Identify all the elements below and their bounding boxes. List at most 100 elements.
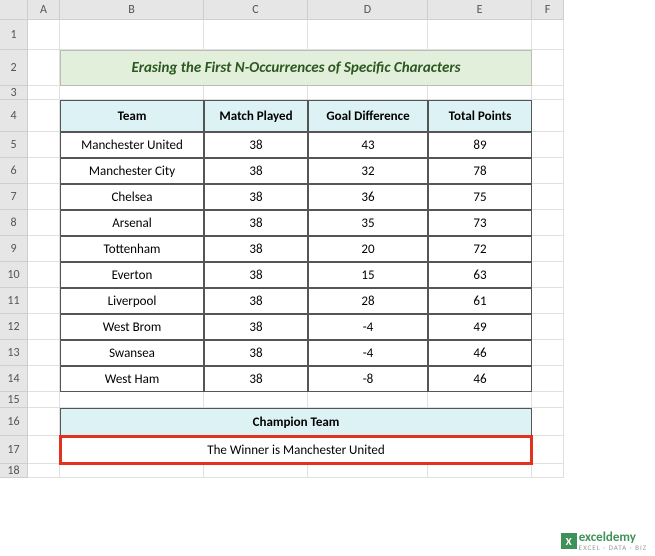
row-header-17[interactable]: 17	[0, 436, 28, 464]
cell[interactable]	[428, 464, 532, 478]
table-row-team[interactable]: Tottenham	[60, 236, 204, 262]
cell[interactable]	[532, 392, 564, 408]
cell[interactable]	[28, 464, 60, 478]
cell[interactable]	[532, 50, 564, 86]
cell[interactable]	[28, 184, 60, 210]
cell[interactable]	[532, 464, 564, 478]
row-header-16[interactable]: 16	[0, 408, 28, 436]
select-all[interactable]	[0, 0, 28, 20]
table-row-points[interactable]: 46	[428, 340, 532, 366]
row-header-1[interactable]: 1	[0, 20, 28, 50]
row-header-13[interactable]: 13	[0, 340, 28, 366]
table-row-points[interactable]: 72	[428, 236, 532, 262]
table-row-goal[interactable]: 20	[308, 236, 428, 262]
cell[interactable]	[28, 408, 60, 436]
table-row-match[interactable]: 38	[204, 132, 308, 158]
table-row-match[interactable]: 38	[204, 340, 308, 366]
cell[interactable]	[28, 20, 60, 50]
cell[interactable]	[308, 392, 428, 408]
table-row-points[interactable]: 46	[428, 366, 532, 392]
cell[interactable]	[28, 86, 60, 100]
cell[interactable]	[28, 236, 60, 262]
cell[interactable]	[532, 366, 564, 392]
cell[interactable]	[308, 86, 428, 100]
row-header-4[interactable]: 4	[0, 100, 28, 132]
cell[interactable]	[28, 262, 60, 288]
cell[interactable]	[28, 50, 60, 86]
table-row-match[interactable]: 38	[204, 366, 308, 392]
table-row-goal[interactable]: 35	[308, 210, 428, 236]
table-row-team[interactable]: Manchester City	[60, 158, 204, 184]
cell[interactable]	[28, 132, 60, 158]
cell[interactable]	[532, 132, 564, 158]
cell[interactable]	[308, 20, 428, 50]
cell[interactable]	[428, 20, 532, 50]
table-row-goal[interactable]: 15	[308, 262, 428, 288]
column-header-a[interactable]: A	[28, 0, 60, 20]
column-header-e[interactable]: E	[428, 0, 532, 20]
cell[interactable]	[60, 464, 204, 478]
cell[interactable]	[532, 100, 564, 132]
table-row-points[interactable]: 61	[428, 288, 532, 314]
cell[interactable]	[532, 210, 564, 236]
cell[interactable]	[532, 436, 564, 464]
cell[interactable]	[532, 340, 564, 366]
table-row-points[interactable]: 63	[428, 262, 532, 288]
table-row-team[interactable]: West Brom	[60, 314, 204, 340]
cell[interactable]	[28, 340, 60, 366]
column-header-f[interactable]: F	[532, 0, 564, 20]
cell[interactable]	[204, 392, 308, 408]
row-header-7[interactable]: 7	[0, 184, 28, 210]
cell[interactable]	[532, 262, 564, 288]
cell[interactable]	[28, 366, 60, 392]
row-header-3[interactable]: 3	[0, 86, 28, 100]
table-row-match[interactable]: 38	[204, 236, 308, 262]
row-header-5[interactable]: 5	[0, 132, 28, 158]
table-row-match[interactable]: 38	[204, 288, 308, 314]
table-row-match[interactable]: 38	[204, 158, 308, 184]
row-header-15[interactable]: 15	[0, 392, 28, 408]
cell[interactable]	[28, 288, 60, 314]
column-header-d[interactable]: D	[308, 0, 428, 20]
column-header-c[interactable]: C	[204, 0, 308, 20]
cell[interactable]	[532, 20, 564, 50]
row-header-14[interactable]: 14	[0, 366, 28, 392]
cell[interactable]	[60, 86, 204, 100]
cell[interactable]	[532, 86, 564, 100]
cell[interactable]	[60, 20, 204, 50]
table-row-goal[interactable]: 36	[308, 184, 428, 210]
cell[interactable]	[532, 288, 564, 314]
cell[interactable]	[28, 158, 60, 184]
table-row-match[interactable]: 38	[204, 262, 308, 288]
row-header-10[interactable]: 10	[0, 262, 28, 288]
table-row-goal[interactable]: 32	[308, 158, 428, 184]
cell[interactable]	[60, 392, 204, 408]
table-row-goal[interactable]: -8	[308, 366, 428, 392]
cell[interactable]	[28, 392, 60, 408]
cell[interactable]	[28, 100, 60, 132]
table-row-points[interactable]: 49	[428, 314, 532, 340]
table-row-match[interactable]: 38	[204, 184, 308, 210]
row-header-9[interactable]: 9	[0, 236, 28, 262]
table-row-goal[interactable]: 28	[308, 288, 428, 314]
cell[interactable]	[532, 184, 564, 210]
cell[interactable]	[428, 392, 532, 408]
table-row-match[interactable]: 38	[204, 314, 308, 340]
cell[interactable]	[28, 314, 60, 340]
row-header-6[interactable]: 6	[0, 158, 28, 184]
row-header-12[interactable]: 12	[0, 314, 28, 340]
cell[interactable]	[532, 236, 564, 262]
cell[interactable]	[204, 464, 308, 478]
cell[interactable]	[532, 314, 564, 340]
row-header-8[interactable]: 8	[0, 210, 28, 236]
row-header-2[interactable]: 2	[0, 50, 28, 86]
row-header-18[interactable]: 18	[0, 464, 28, 478]
cell[interactable]	[204, 20, 308, 50]
column-header-b[interactable]: B	[60, 0, 204, 20]
table-row-team[interactable]: Liverpool	[60, 288, 204, 314]
cell[interactable]	[28, 210, 60, 236]
table-row-goal[interactable]: -4	[308, 340, 428, 366]
cell[interactable]	[28, 436, 60, 464]
table-row-points[interactable]: 73	[428, 210, 532, 236]
cell[interactable]	[308, 464, 428, 478]
